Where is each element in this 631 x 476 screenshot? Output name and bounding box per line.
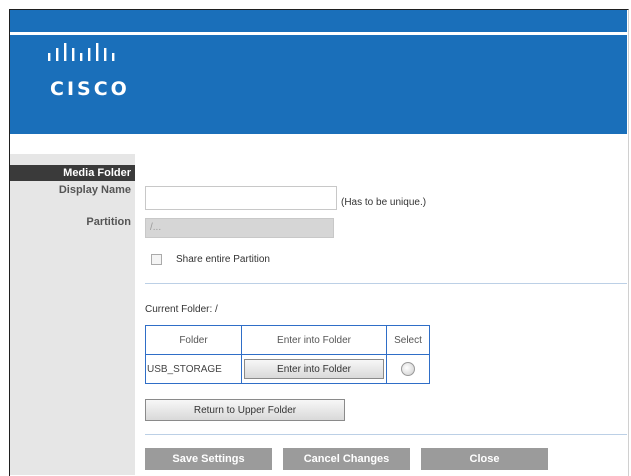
sidebar-section-title: Media Folder bbox=[10, 165, 135, 181]
partition-label: Partition bbox=[86, 216, 131, 228]
cancel-changes-button[interactable]: Cancel Changes bbox=[283, 448, 410, 470]
display-name-hint: (Has to be unique.) bbox=[341, 197, 427, 208]
display-name-input[interactable] bbox=[145, 186, 337, 210]
current-folder-label: Current Folder: / bbox=[145, 304, 218, 315]
enter-folder-cell: Enter into Folder bbox=[241, 354, 387, 384]
divider bbox=[145, 434, 627, 435]
sidebar bbox=[10, 154, 135, 475]
select-cell bbox=[386, 354, 430, 384]
divider bbox=[145, 283, 627, 284]
folder-table: Folder Enter into Folder Select USB_STOR… bbox=[145, 325, 430, 384]
folder-name-cell: USB_STORAGE bbox=[145, 354, 242, 384]
share-partition-label: Share entire Partition bbox=[176, 254, 270, 265]
column-header-select: Select bbox=[386, 325, 430, 355]
column-header-enter: Enter into Folder bbox=[241, 325, 387, 355]
enter-folder-button[interactable]: Enter into Folder bbox=[244, 359, 384, 379]
select-folder-radio[interactable] bbox=[401, 362, 415, 376]
close-button[interactable]: Close bbox=[421, 448, 548, 470]
column-header-folder: Folder bbox=[145, 325, 242, 355]
return-upper-folder-button[interactable]: Return to Upper Folder bbox=[145, 399, 345, 421]
partition-field: /... bbox=[145, 218, 334, 238]
cisco-logo-icon bbox=[48, 43, 115, 61]
table-header-row: Folder Enter into Folder Select bbox=[145, 325, 430, 355]
save-settings-button[interactable]: Save Settings bbox=[145, 448, 272, 470]
top-bar bbox=[10, 10, 627, 32]
share-partition-checkbox[interactable] bbox=[151, 254, 162, 265]
display-name-label: Display Name bbox=[58, 184, 131, 196]
table-row: USB_STORAGE Enter into Folder bbox=[145, 354, 430, 384]
brand-name: CISCO bbox=[50, 78, 130, 100]
